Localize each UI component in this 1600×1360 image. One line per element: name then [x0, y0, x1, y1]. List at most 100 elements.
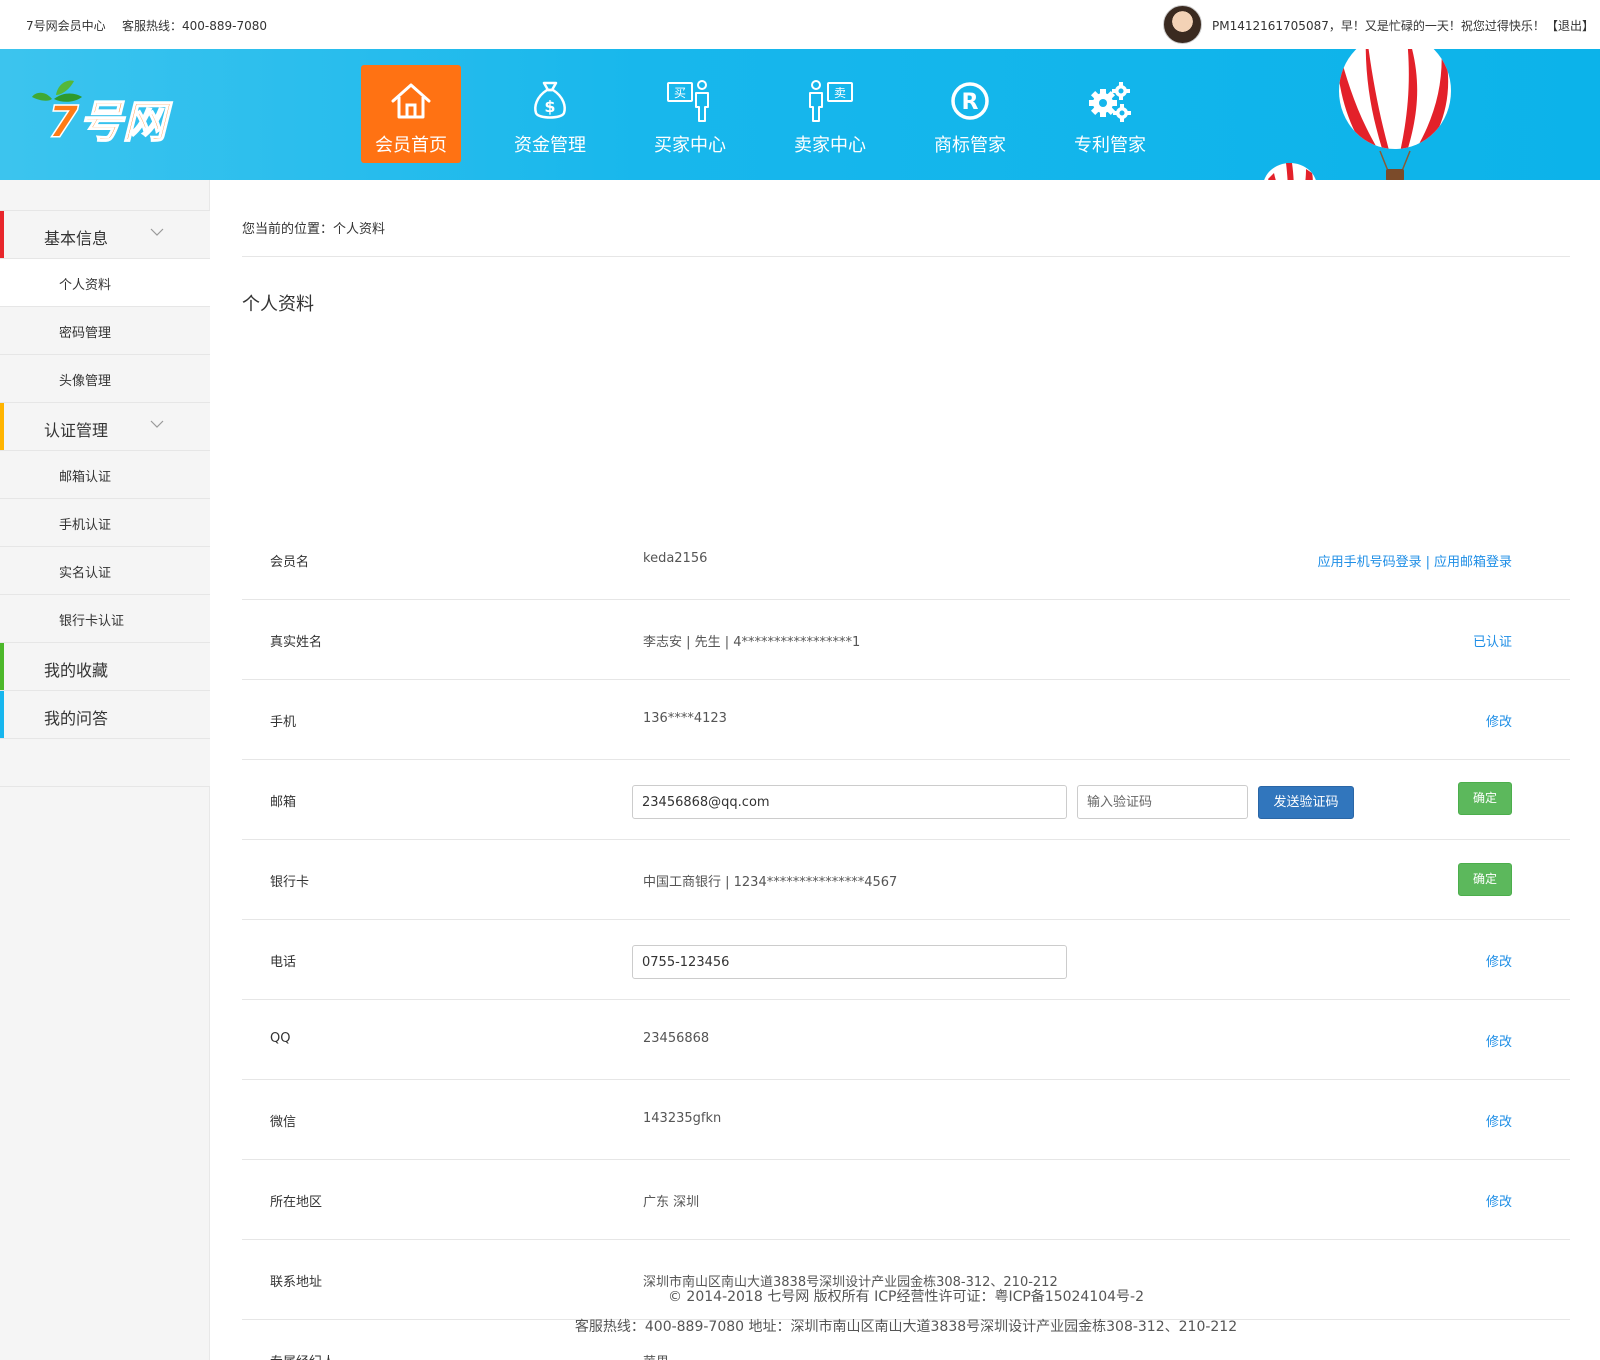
divider	[242, 256, 1570, 257]
sidebar-group-favorites[interactable]: 我的收藏	[0, 643, 210, 691]
breadcrumb: 您当前的位置：个人资料	[242, 222, 386, 237]
sidebar-item-mobile-auth[interactable]: 手机认证	[0, 499, 210, 547]
registered-trademark-icon: R	[951, 82, 989, 120]
row-wechat: 微信 143235gfkn 修改	[242, 1080, 1570, 1160]
field-label: 邮箱	[270, 795, 297, 810]
sidebar-group-label: 认证管理	[44, 421, 109, 440]
hot-air-balloon-decoration	[1339, 49, 1451, 180]
field-value: 广东 深圳	[643, 1195, 700, 1210]
nav-label: 资金管理	[514, 135, 586, 156]
sidebar-group-label: 我的问答	[44, 709, 109, 728]
field-label: 手机	[270, 715, 297, 730]
svg-text:买: 买	[674, 86, 686, 100]
avatar[interactable]	[1163, 5, 1202, 44]
field-value: 中国工商银行 | 1234***************4567	[643, 875, 898, 890]
send-code-button[interactable]: 发送验证码	[1258, 786, 1354, 819]
svg-text:$: $	[544, 97, 555, 116]
nav-funds[interactable]: $ 资金管理	[500, 65, 600, 163]
edit-mobile-link[interactable]: 修改	[1486, 711, 1512, 730]
site-logo[interactable]: 7号网	[30, 77, 190, 147]
verified-link[interactable]: 已认证	[1473, 631, 1512, 650]
nav-label: 专利管家	[1074, 135, 1146, 156]
email-login-link[interactable]: 应用邮箱登录	[1434, 555, 1512, 570]
group-accent-bar	[0, 403, 4, 450]
sidebar-group-qa[interactable]: 我的问答	[0, 691, 210, 739]
nav-label: 会员首页	[375, 135, 447, 156]
mobile-login-link[interactable]: 应用手机号码登录	[1318, 555, 1422, 570]
sidebar-item-bankcard-auth[interactable]: 银行卡认证	[0, 595, 210, 643]
field-label: 所在地区	[270, 1195, 323, 1210]
sidebar-item-realname-auth[interactable]: 实名认证	[0, 547, 210, 595]
nav-seller-center[interactable]: 卖 卖家中心	[780, 65, 880, 163]
greeting-text: PM1412161705087，早！又是忙碌的一天！祝您过得快乐！	[1212, 19, 1545, 33]
email-input[interactable]	[632, 785, 1067, 819]
row-mobile: 手机 136****4123 修改	[242, 680, 1570, 760]
sidebar-group-label: 基本信息	[44, 229, 109, 248]
small-balloon-decoration	[1264, 163, 1316, 180]
page-title: 个人资料	[242, 294, 314, 315]
logout-link[interactable]: 【退出】	[1546, 17, 1594, 34]
separator: |	[1425, 555, 1430, 570]
login-options: 应用手机号码登录 | 应用邮箱登录	[1318, 551, 1512, 570]
home-icon	[391, 83, 431, 119]
field-label: 专属经纪人	[270, 1351, 335, 1360]
sidebar: 基本信息 个人资料 密码管理 头像管理 认证管理 邮箱认证 手机认证 实名认证 …	[0, 180, 210, 1360]
nav-patent[interactable]: 专利管家	[1060, 65, 1160, 163]
sidebar-item-email-auth[interactable]: 邮箱认证	[0, 451, 210, 499]
sidebar-group-auth[interactable]: 认证管理	[0, 403, 210, 451]
field-label: 银行卡	[270, 875, 310, 890]
svg-text:卖: 卖	[834, 86, 846, 100]
field-value: 143235gfkn	[643, 1111, 722, 1126]
sidebar-group-label: 我的收藏	[44, 661, 109, 680]
header-band: 7号网 会员首页 $ 资金管理 买 买家中心 卖 卖家中心 R 商标管家 专利管…	[0, 49, 1600, 180]
row-email: 邮箱 发送验证码 确定	[242, 760, 1570, 840]
confirm-bank-button[interactable]: 确定	[1458, 863, 1512, 896]
svg-text:R: R	[962, 90, 979, 115]
hotline-text: 客服热线：400-889-7080	[122, 19, 268, 33]
sidebar-item-profile[interactable]: 个人资料	[0, 259, 210, 307]
field-value: 136****4123	[643, 711, 727, 726]
sidebar-item-password[interactable]: 密码管理	[0, 307, 210, 355]
phone-input[interactable]	[632, 945, 1067, 979]
field-value: keda2156	[643, 551, 708, 566]
confirm-email-button[interactable]: 确定	[1458, 782, 1512, 815]
top-bar: 7号网会员中心 客服热线：400-889-7080 PM141216170508…	[0, 0, 1600, 49]
chevron-down-icon	[150, 420, 164, 428]
sidebar-item-label: 头像管理	[59, 374, 112, 389]
nav-label: 买家中心	[654, 135, 726, 156]
row-address: 联系地址 深圳市南山区南山大道3838号深圳设计产业园金栋308-312、210…	[242, 1240, 1570, 1320]
seller-icon: 卖	[809, 80, 853, 122]
row-phone: 电话 修改	[242, 920, 1570, 1000]
nav-buyer-center[interactable]: 买 买家中心	[640, 65, 740, 163]
row-real-name: 真实姓名 李志安 | 先生 | 4*****************1 已认证	[242, 600, 1570, 680]
row-member-name: 会员名 keda2156 应用手机号码登录 | 应用邮箱登录	[242, 520, 1570, 600]
sidebar-item-label: 邮箱认证	[59, 470, 112, 485]
edit-qq-link[interactable]: 修改	[1486, 1031, 1512, 1050]
group-accent-bar	[0, 211, 4, 258]
sidebar-item-label: 密码管理	[59, 326, 112, 341]
sidebar-item-label: 实名认证	[59, 566, 112, 581]
edit-phone-link[interactable]: 修改	[1486, 951, 1512, 970]
svg-text:7号网: 7号网	[48, 97, 173, 147]
field-value: 苹果	[643, 1351, 669, 1360]
field-label: 微信	[270, 1115, 297, 1130]
footer-contact: 客服热线：400-889-7080 地址：深圳市南山区南山大道3838号深圳设计…	[574, 1319, 1238, 1335]
edit-wechat-link[interactable]: 修改	[1486, 1111, 1512, 1130]
field-label: 电话	[270, 955, 297, 970]
sidebar-spacer	[0, 739, 210, 787]
row-qq: QQ 23456868 修改	[242, 1000, 1570, 1080]
verification-code-input[interactable]	[1077, 785, 1248, 819]
field-label: 会员名	[270, 555, 310, 570]
group-accent-bar	[0, 643, 4, 690]
field-label: QQ	[270, 1031, 291, 1046]
sidebar-group-basic-info[interactable]: 基本信息	[0, 211, 210, 259]
gears-icon	[1089, 82, 1131, 122]
nav-label: 卖家中心	[794, 135, 866, 156]
edit-region-link[interactable]: 修改	[1486, 1191, 1512, 1210]
field-value: 李志安 | 先生 | 4*****************1	[643, 635, 861, 650]
nav-label: 商标管家	[934, 135, 1006, 156]
nav-member-home[interactable]: 会员首页	[361, 65, 461, 163]
sidebar-item-avatar[interactable]: 头像管理	[0, 355, 210, 403]
nav-trademark[interactable]: R 商标管家	[920, 65, 1020, 163]
chevron-down-icon	[150, 228, 164, 236]
